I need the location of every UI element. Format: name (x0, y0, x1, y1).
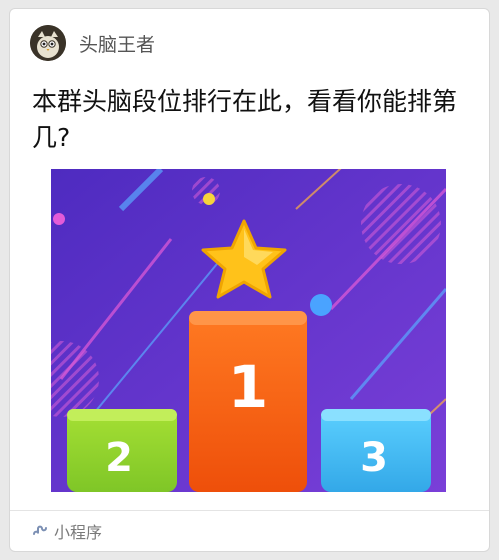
mini-program-icon (33, 525, 47, 535)
yellow-dot (203, 193, 215, 205)
card-footer: 小程序 (10, 510, 489, 551)
preview-image[interactable]: 1 2 3 (23, 158, 448, 492)
podium-third: 3 (321, 409, 431, 492)
owl-avatar-icon (30, 25, 66, 61)
app-name: 头脑王者 (79, 33, 156, 56)
podium-first: 1 (189, 311, 307, 492)
striped-circle-top-right (361, 184, 441, 264)
app-avatar (30, 25, 66, 61)
podium-second: 2 (67, 409, 177, 492)
podium-first-number: 1 (228, 353, 268, 421)
podium-second-number: 2 (105, 435, 133, 481)
pink-dot (53, 213, 65, 225)
blue-dot (310, 294, 332, 316)
podium-illustration: 1 2 3 (23, 158, 448, 492)
card-header: 头脑王者 (30, 25, 155, 61)
mini-program-share-card[interactable]: 头脑王者 本群头脑段位排行在此，看看你能排第几? 1 2 3 小程序 (9, 8, 490, 552)
podium-third-number: 3 (360, 435, 388, 481)
message-title: 本群头脑段位排行在此，看看你能排第几? (32, 87, 458, 152)
mini-program-label: 小程序 (54, 523, 103, 542)
